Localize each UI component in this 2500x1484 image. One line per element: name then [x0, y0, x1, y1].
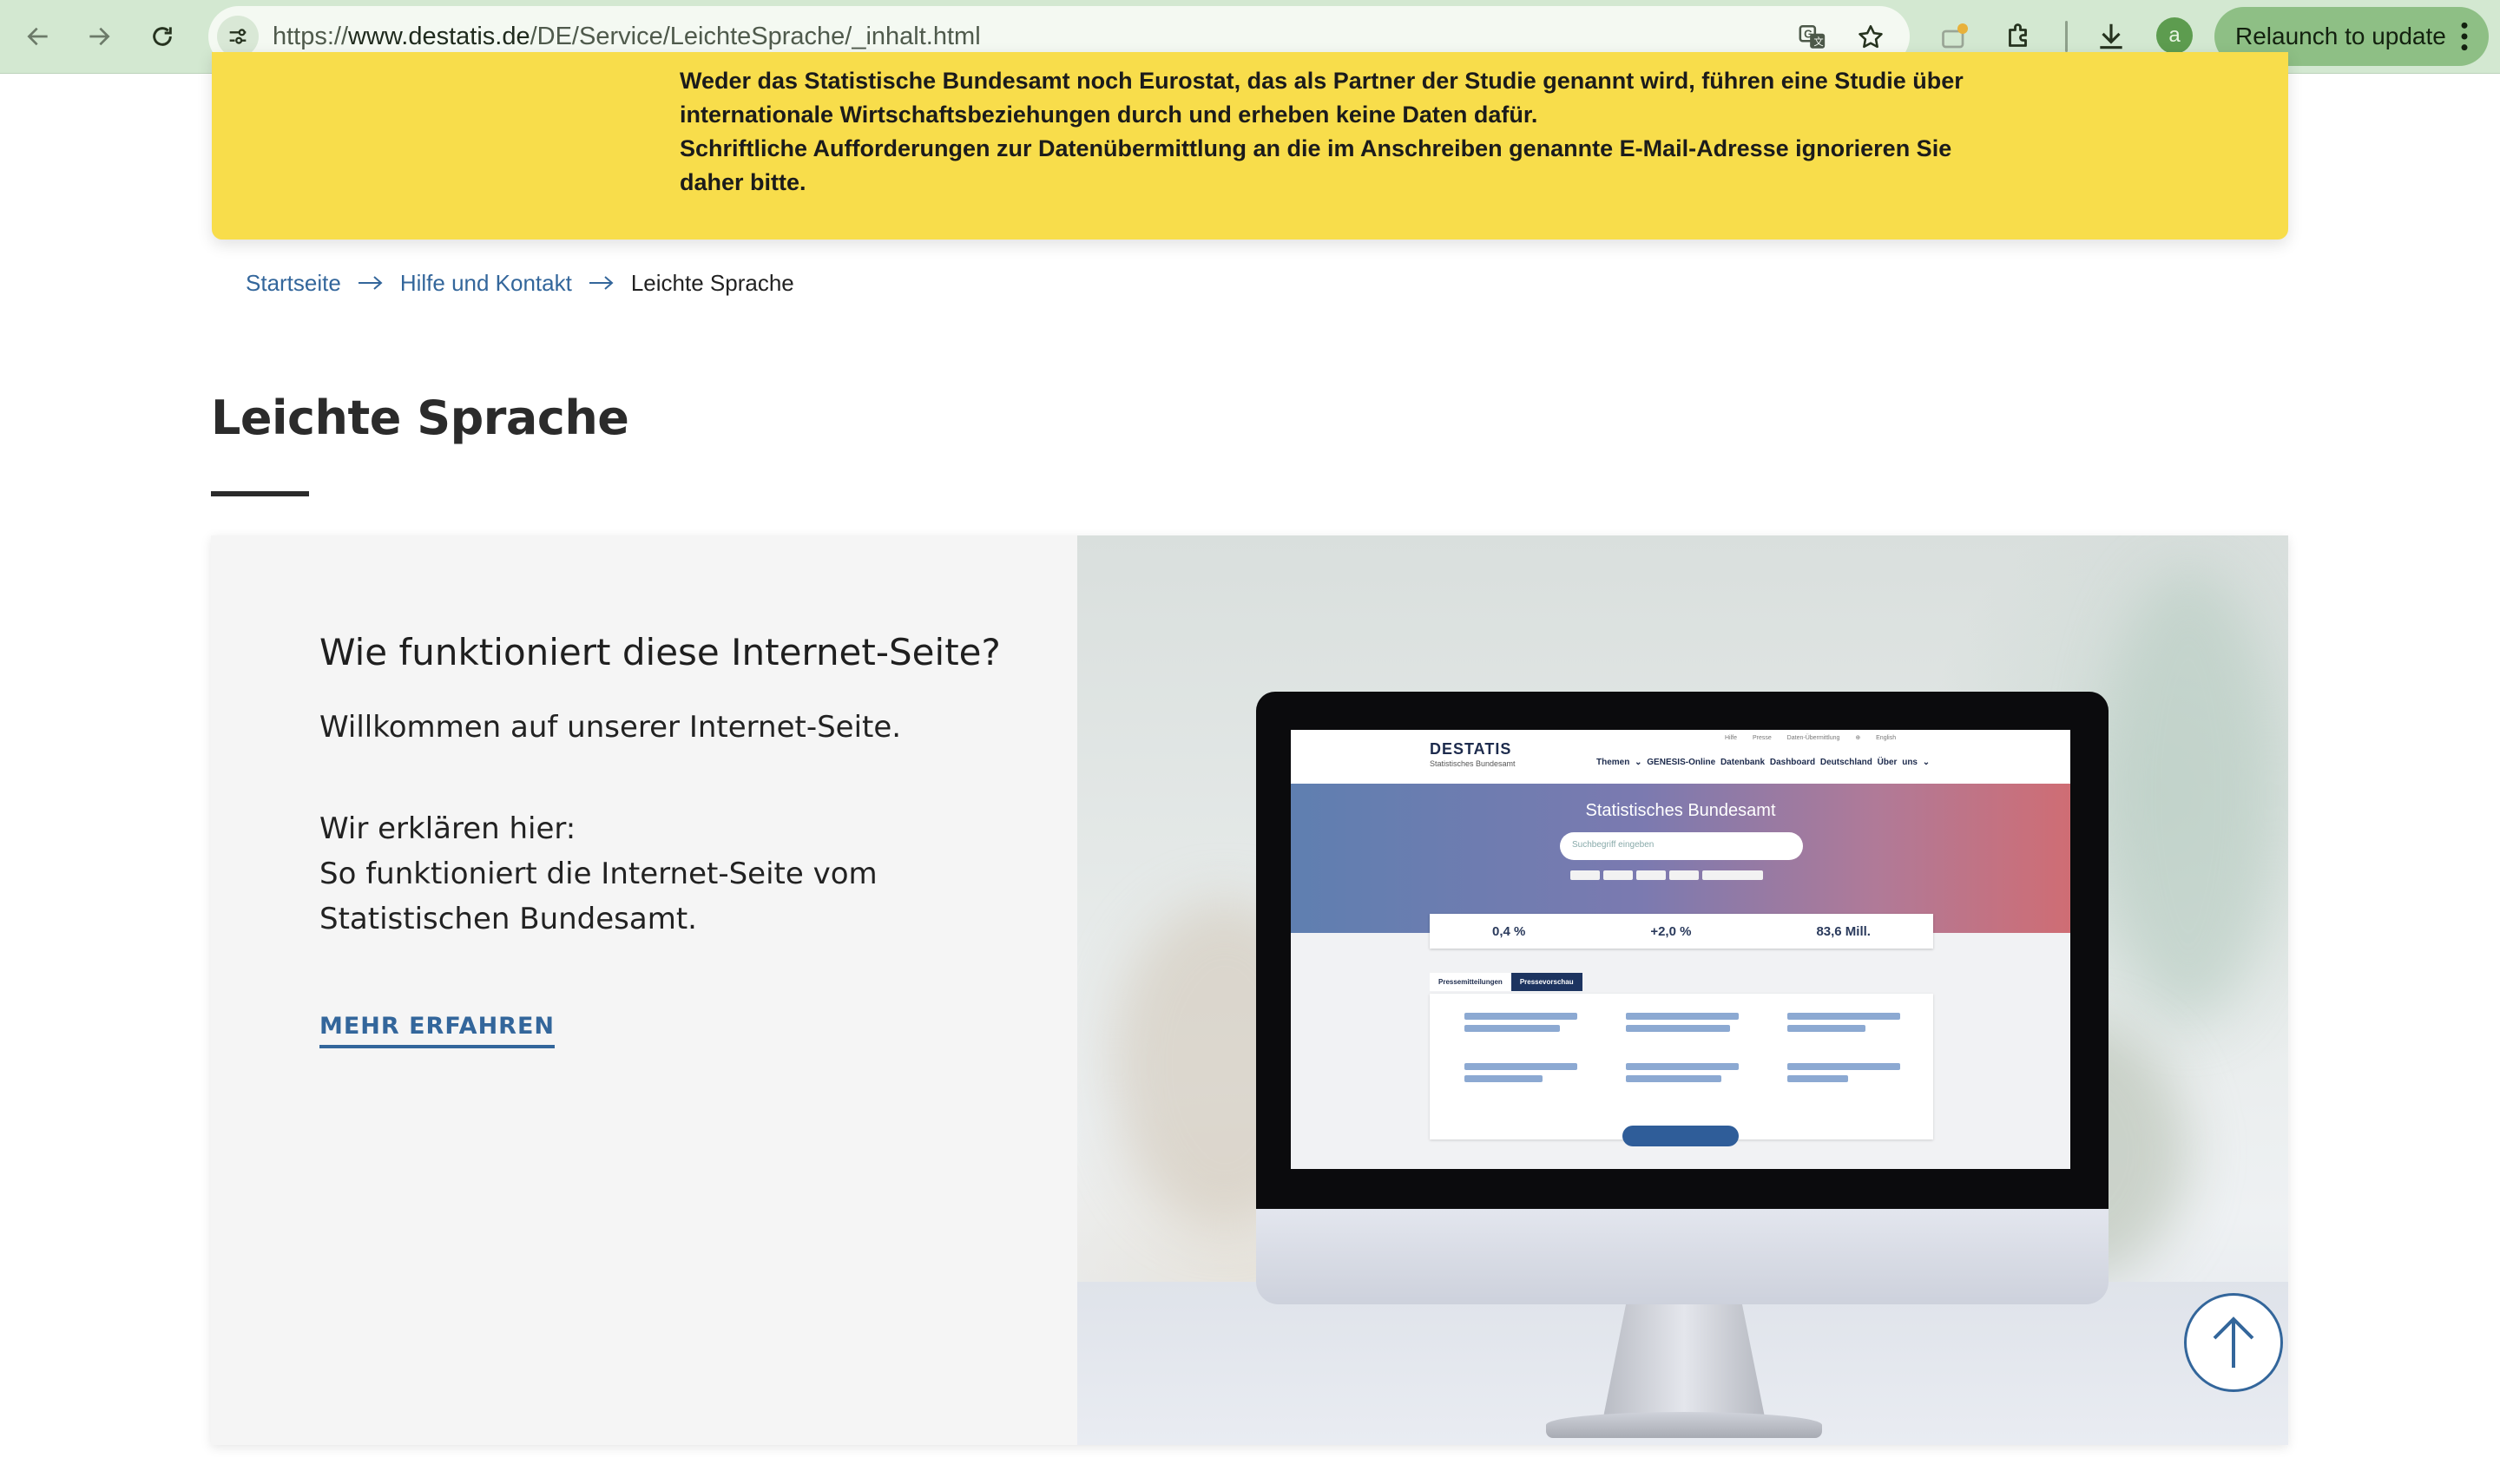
site-info-icon	[229, 29, 247, 44]
mini-press-item	[1626, 1063, 1739, 1070]
mini-logo: DESTATIS	[1430, 740, 1512, 758]
mini-more-button	[1622, 1126, 1739, 1146]
profile-avatar[interactable]: a	[2156, 17, 2193, 54]
translate-button[interactable]: G文	[1796, 21, 1829, 54]
arrow-up-icon	[2213, 1317, 2254, 1368]
notice-line: internationale Wirtschaftsbeziehungen du…	[680, 102, 1538, 128]
url-path: /DE/Service/LeichteSprache/_inhalt.html	[530, 23, 981, 50]
back-icon	[27, 27, 48, 46]
mini-stat: 83,6 Mill.	[1816, 923, 1871, 939]
explain-line: So funktioniert die Internet-Seite vom	[319, 857, 878, 891]
monitor-screen: DESTATIS Statistisches Bundesamt Hilfe P…	[1291, 730, 2070, 1169]
mini-logo-subtitle: Statistisches Bundesamt	[1430, 759, 1516, 768]
mini-press-item	[1464, 1013, 1577, 1020]
bookmark-button[interactable]	[1854, 21, 1887, 54]
mini-tab: Pressemitteilungen	[1430, 973, 1511, 991]
teaser-welcome: Willkommen auf unserer Internet-Seite.	[319, 710, 902, 745]
url-host: www.destatis.de	[348, 23, 530, 50]
extensions-button[interactable]	[2000, 17, 2038, 56]
notification-icon	[1942, 23, 1968, 49]
mini-stat: +2,0 %	[1650, 923, 1692, 939]
mini-search-box: Suchbegriff eingeben	[1560, 832, 1803, 860]
toolbar-separator	[2065, 21, 2068, 52]
notice-line: Schriftliche Aufforderungen zur Datenübe…	[680, 135, 1952, 161]
back-button[interactable]	[17, 16, 59, 57]
extensions-icon	[2009, 23, 2027, 47]
mini-press-item	[1464, 1075, 1543, 1082]
teaser-heading: Wie funktioniert diese Internet-Seite?	[319, 631, 1001, 673]
monitor-stand	[1603, 1304, 1765, 1417]
explain-line: Wir erklären hier:	[319, 811, 576, 846]
breadcrumb-current: Leichte Sprache	[630, 269, 794, 296]
mini-stats-bar: 0,4 % +2,0 % 83,6 Mill.	[1430, 914, 1933, 949]
mini-press-item	[1787, 1025, 1865, 1032]
notice-text: Weder das Statistische Bundesamt noch Eu…	[680, 64, 1999, 200]
mini-tab: Pressevorschau	[1510, 973, 1582, 991]
downloads-button[interactable]	[2092, 17, 2130, 56]
monitor-illustration: DESTATIS Statistisches Bundesamt Hilfe P…	[1256, 692, 2109, 1209]
relaunch-label: Relaunch to update	[2235, 23, 2446, 49]
mini-press-item	[1787, 1063, 1900, 1070]
mini-search-placeholder: Suchbegriff eingeben	[1572, 840, 1655, 850]
breadcrumb-link-startseite[interactable]: Startseite	[246, 270, 341, 297]
notice-line: daher bitte.	[680, 169, 806, 195]
notification-button[interactable]	[1936, 17, 1974, 56]
site-info-button[interactable]	[217, 16, 259, 57]
reload-button[interactable]	[141, 16, 183, 57]
monitor-chin	[1256, 1209, 2109, 1304]
monitor-stand-base	[1546, 1412, 1822, 1438]
url-prefix: https://	[273, 23, 349, 50]
mini-press-item	[1464, 1063, 1577, 1070]
mini-hero: Statistisches Bundesamt Suchbegriff eing…	[1291, 784, 2070, 933]
page-title: Leichte Sprache	[211, 391, 629, 445]
notice-banner: Weder das Statistische Bundesamt noch Eu…	[212, 52, 2288, 240]
url-text[interactable]: https://www.destatis.de/DE/Service/Leich…	[273, 23, 981, 51]
breadcrumb-arrow-icon	[588, 274, 615, 292]
reload-icon	[153, 27, 172, 46]
mini-press-item	[1464, 1025, 1560, 1032]
mini-tabs: Pressemitteilungen Pressevorschau	[1430, 973, 1582, 991]
bookmark-star-icon	[1859, 24, 1883, 49]
mini-top-links: Hilfe Presse Daten-Übermittlung ⊕ Englis…	[1725, 735, 1897, 741]
title-underline	[211, 491, 309, 496]
svg-text:文: 文	[1813, 36, 1823, 48]
mini-stat: 0,4 %	[1491, 923, 1526, 939]
teaser-card: Wie funktioniert diese Internet-Seite? W…	[211, 535, 2288, 1445]
mini-hero-title: Statistisches Bundesamt	[1585, 801, 1776, 820]
breadcrumb-link-hilfe[interactable]: Hilfe und Kontakt	[400, 270, 572, 297]
breadcrumb-arrow-icon	[357, 274, 385, 292]
forward-icon	[89, 27, 110, 46]
scroll-to-top-button[interactable]	[2184, 1293, 2283, 1392]
menu-dots-icon[interactable]	[2459, 20, 2470, 53]
mini-press-item	[1626, 1013, 1739, 1020]
teaser-text-panel: Wie funktioniert diese Internet-Seite? W…	[211, 535, 1077, 1445]
mini-chips	[1570, 870, 1763, 880]
mini-site-header: DESTATIS Statistisches Bundesamt Hilfe P…	[1291, 730, 2070, 784]
teaser-image: DESTATIS Statistisches Bundesamt Hilfe P…	[1077, 535, 2288, 1445]
forward-button[interactable]	[78, 16, 120, 57]
teaser-explanation: Wir erklären hier: So funktioniert die I…	[319, 806, 878, 942]
mini-press-item	[1626, 1025, 1730, 1032]
mini-press-item	[1787, 1013, 1900, 1020]
more-info-link[interactable]: MEHR ERFAHREN	[319, 1013, 556, 1048]
translate-icon: G文	[1799, 24, 1826, 49]
notice-line: Weder das Statistische Bundesamt noch Eu…	[680, 68, 1964, 94]
download-icon	[2100, 23, 2122, 49]
breadcrumb: Startseite Hilfe und Kontakt Leichte Spr…	[246, 268, 794, 298]
mini-press-panel	[1430, 994, 1933, 1139]
explain-line: Statistischen Bundesamt.	[319, 902, 697, 936]
background-blur	[2102, 570, 2275, 1021]
mini-press-item	[1626, 1075, 1721, 1082]
mini-press-item	[1787, 1075, 1848, 1082]
mini-navigation: Themen ⌄ GENESIS-Online Datenbank Dashbo…	[1596, 758, 1931, 767]
